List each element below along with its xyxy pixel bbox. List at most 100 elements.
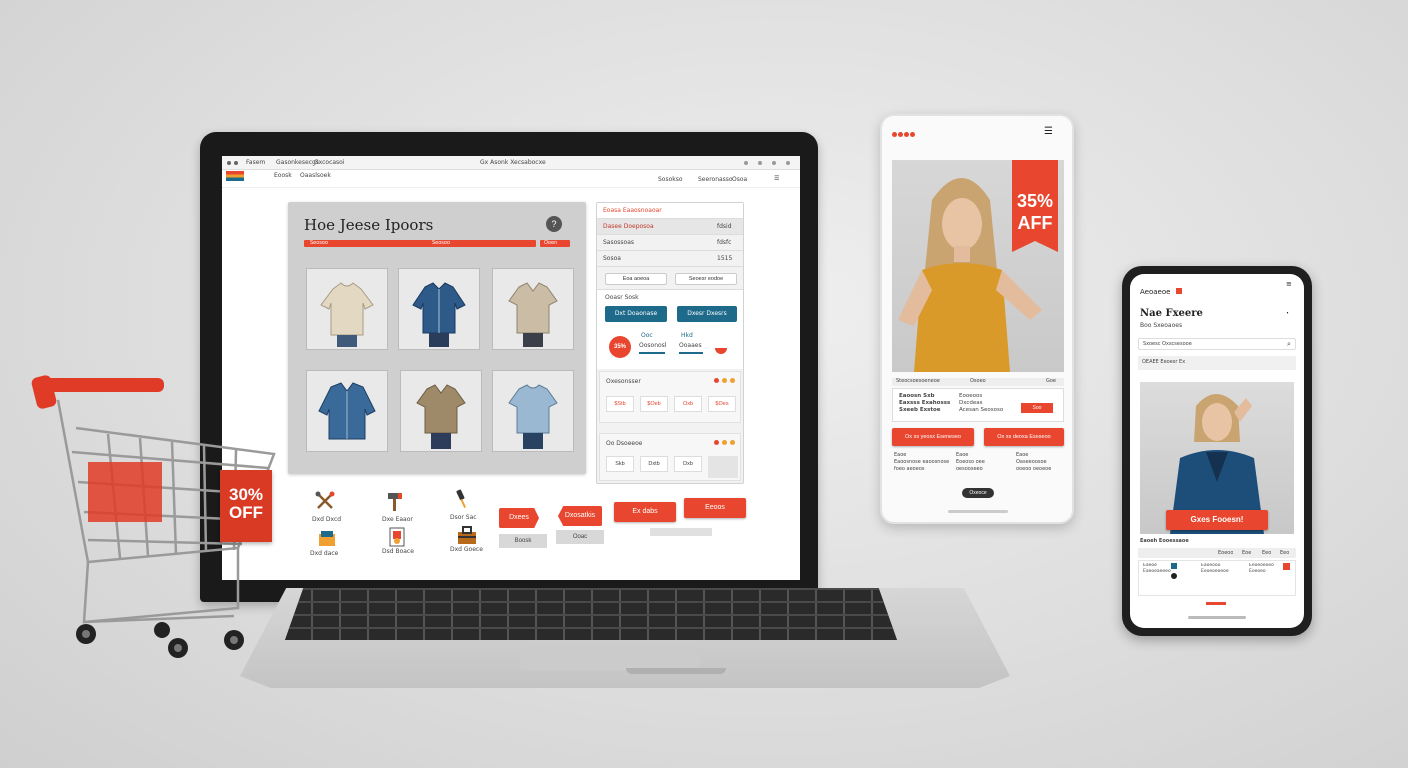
sidebar-small-button[interactable]: Eoa aoeoa <box>605 273 667 285</box>
action-button[interactable]: Eeoos <box>684 498 746 518</box>
chip-placeholder <box>708 456 738 478</box>
action-button[interactable]: Dxees <box>499 508 539 528</box>
action-button[interactable]: Dxosatkis <box>558 506 602 526</box>
sidebar-small-button[interactable]: Seoesr eodoe <box>675 273 737 285</box>
search-input[interactable]: Sxoesc Oxscsesooe ⌕ <box>1138 338 1296 350</box>
chip[interactable]: Dxb <box>674 456 702 472</box>
filter-label: Seosoo <box>432 240 451 246</box>
table-cell: Eaeoe Eaeoeaeeeo <box>1143 563 1171 574</box>
product-olive-polo[interactable] <box>400 370 482 452</box>
tablet-pill-button[interactable]: Oxeoce <box>962 488 994 498</box>
nav-link[interactable]: Eoosk <box>274 172 292 179</box>
action-button[interactable]: Ex dabs <box>614 502 676 522</box>
chip[interactable]: Dxtb <box>640 456 668 472</box>
strip-label: Goe <box>1046 378 1057 384</box>
filter-bar[interactable] <box>304 240 536 247</box>
secondary-button[interactable]: Ooac <box>556 530 604 544</box>
pagination-indicator[interactable] <box>1206 602 1226 605</box>
scroll-indicator[interactable] <box>650 528 712 536</box>
sidebar-row[interactable]: Sosoa 1515 <box>597 251 743 267</box>
window-dot-icon[interactable] <box>227 161 231 165</box>
window-control-icon[interactable] <box>786 161 790 165</box>
info-strip: Steocsoesoeneoe Osoeo Goe <box>892 378 1064 386</box>
product-info-title: Eaoosn Sxb Eaxsss Exahosss Sxeeb Exstoe <box>899 393 951 413</box>
cart-discount-sign: 30% OFF <box>220 470 272 542</box>
chip[interactable]: $Oeb <box>640 396 668 412</box>
filter-sidebar: Eoasa Eaaosnoaoar Dasee Doeposoa fdsid S… <box>596 202 744 484</box>
price-slider[interactable] <box>679 352 703 354</box>
nav-link[interactable]: Sosokso <box>658 176 683 183</box>
phone-hero-image[interactable]: Gxes Fooesn! <box>1140 382 1294 534</box>
sidebar-row-value: 1515 <box>717 255 733 262</box>
product-polo[interactable] <box>492 268 574 350</box>
window-control-icon[interactable] <box>772 161 776 165</box>
sidebar-row[interactable]: Dasee Doeposoa fdsid <box>597 219 743 235</box>
chip[interactable]: $Stb <box>606 396 634 412</box>
nav-link[interactable]: Oaaslsoek <box>300 172 331 179</box>
status-dot-icon <box>714 378 719 383</box>
chip[interactable]: Skb <box>606 456 634 472</box>
offer-section: Ooasr Sosk Dxt Doaonase Dxesr Dxesrs 35%… <box>597 289 743 369</box>
browser-tab[interactable]: Fasem <box>246 159 265 166</box>
address-bar[interactable]: Gx Asonk Xecsabocxe <box>480 159 546 166</box>
offer-button[interactable]: Dxt Doaonase <box>605 306 667 322</box>
crossed-tools-icon[interactable] <box>314 490 336 512</box>
tablet-note: Eaoe Eoeoso oee oesooseeo <box>956 452 985 472</box>
heart-icon[interactable] <box>715 348 727 354</box>
product-denim-shirt[interactable] <box>398 268 480 350</box>
sidebar-row-label: Sasossoas <box>603 239 635 246</box>
browser-tab[interactable]: Gxcocasoi <box>314 159 345 166</box>
sidebar-row[interactable]: Sasossoas fdsfc <box>597 235 743 251</box>
product-hoodie[interactable] <box>306 268 388 350</box>
nav-link[interactable]: Seeronasso <box>698 176 733 183</box>
menu-icon[interactable]: ☰ <box>774 175 779 182</box>
site-logo-icon[interactable] <box>226 171 244 181</box>
price-label: Hkd <box>681 332 693 339</box>
filter-button-label: Ooen <box>544 240 558 246</box>
tablet-action-button[interactable]: Ox xs deoxa Eseseoo <box>984 428 1064 446</box>
add-to-cart-button[interactable]: Soo <box>1021 403 1053 413</box>
product-blue-tee[interactable] <box>492 370 574 452</box>
strip-label: Osoeo <box>970 378 986 384</box>
menu-icon[interactable]: ☰ <box>1044 126 1053 137</box>
nav-link[interactable]: Osoa <box>732 176 747 183</box>
status-dot-icon <box>722 378 727 383</box>
medal-icon[interactable] <box>386 526 408 548</box>
tablet-note: Eaoe Oaseeoosoe ooeoo oeoeoe <box>1016 452 1052 472</box>
cta-button[interactable]: Gxes Fooesn! <box>1166 510 1268 530</box>
browser-tabbar: Fasem Gasonkesecgs Gxcocasoi Gx Asonk Xe… <box>222 156 800 170</box>
sidebar-row-value: fdsfc <box>717 239 732 246</box>
search-placeholder: Sxoesc Oxscsesooe <box>1143 341 1192 347</box>
table-header: Eoeoo Eoe Eeo Eeo <box>1138 548 1296 558</box>
screwdriver-icon[interactable] <box>452 488 474 510</box>
table-row[interactable]: Eaeoe Eaeoeaeeeo Eaoeooo Eeoeoeoeoe Eeoe… <box>1138 560 1296 596</box>
filter-row[interactable]: OEAEE Eeoesr Ex <box>1138 356 1296 370</box>
price-slider[interactable] <box>639 352 665 354</box>
laptop-lip <box>626 668 726 674</box>
tablet-action-button[interactable]: Ox xs yeosx Eseneseo <box>892 428 974 446</box>
window-control-icon[interactable] <box>758 161 762 165</box>
sidebar-row-label: Sosoa <box>603 255 621 262</box>
filter-label: OEAEE Eeoesr Ex <box>1142 359 1186 365</box>
window-dot-icon[interactable] <box>234 161 238 165</box>
laptop-trackpad <box>520 646 700 670</box>
hero-image[interactable]: 35% AFF <box>892 160 1064 372</box>
window-control-icon[interactable] <box>744 161 748 165</box>
offer-button[interactable]: Dxesr Dxesrs <box>677 306 737 322</box>
offer-section-title: Ooasr Sosk <box>605 294 639 301</box>
chip[interactable]: Oxb <box>674 396 702 412</box>
price-sublabel: Ooaaes <box>679 342 702 349</box>
search-icon[interactable]: ⌕ <box>1287 340 1291 349</box>
toolbox-icon[interactable] <box>456 524 478 546</box>
product-denim-jacket[interactable] <box>306 370 388 452</box>
secondary-button[interactable]: Boosk <box>499 534 547 548</box>
hammer-icon[interactable] <box>384 490 406 512</box>
chip[interactable]: $Oes <box>708 396 736 412</box>
icon-label: Dxd Goece <box>450 546 483 553</box>
help-icon[interactable]: ? <box>546 216 562 232</box>
kebab-menu-icon[interactable]: ⋮ <box>1282 310 1293 315</box>
folder-icon[interactable] <box>316 528 338 550</box>
browser-tab[interactable]: Gasonkesecgs <box>276 159 319 166</box>
remove-icon[interactable] <box>1283 563 1290 570</box>
phone-page-title: Nae Fxeere <box>1140 308 1203 319</box>
